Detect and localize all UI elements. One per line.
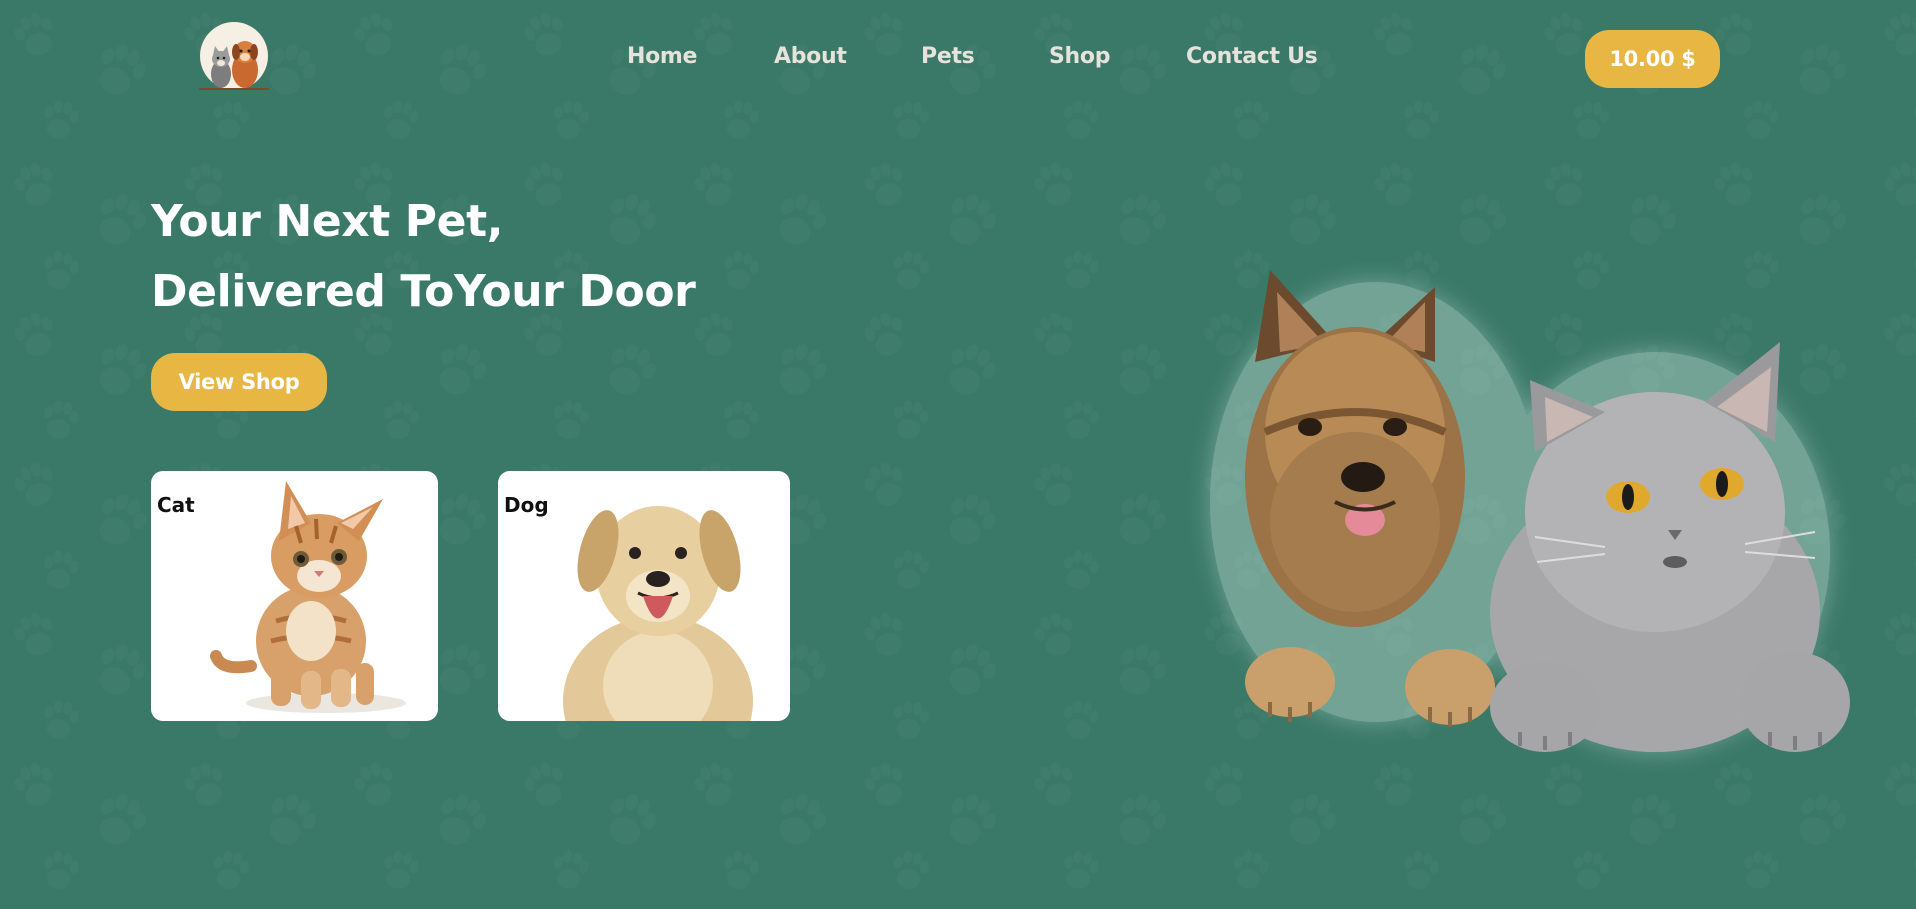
- hero-title-line-1: Your Next Pet,: [151, 196, 504, 247]
- hero-title: Your Next Pet, Delivered ToYour Door: [151, 187, 696, 327]
- grey-cat: [1490, 342, 1850, 752]
- category-label: Cat: [157, 493, 195, 517]
- nav-about-link[interactable]: About: [774, 44, 847, 69]
- nav-contact-link[interactable]: Contact Us: [1186, 44, 1318, 69]
- dog-and-cat-peeking-image: [1185, 262, 1885, 782]
- category-label: Dog: [504, 493, 549, 517]
- cart-total-button[interactable]: 10.00 $: [1585, 30, 1720, 88]
- nav-shop-link[interactable]: Shop: [1049, 44, 1110, 69]
- nav-pets-link[interactable]: Pets: [921, 44, 975, 69]
- category-card-cat[interactable]: Cat: [151, 471, 438, 721]
- nav-home-link[interactable]: Home: [627, 44, 697, 69]
- view-shop-button[interactable]: View Shop: [151, 353, 327, 411]
- hero-title-line-2: Delivered ToYour Door: [151, 266, 696, 317]
- category-card-dog[interactable]: Dog: [498, 471, 790, 721]
